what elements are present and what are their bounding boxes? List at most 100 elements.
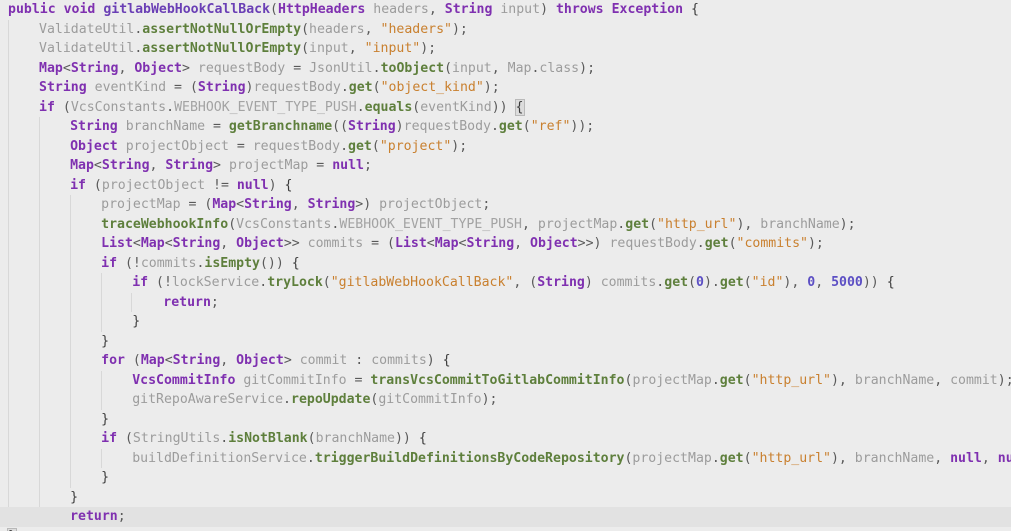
code-line[interactable]: return; [0, 507, 1011, 527]
code-line[interactable]: Object projectObject = requestBody.get("… [0, 137, 1011, 157]
token-id: gitCommitInfo [378, 392, 482, 407]
token-str: "http_url" [751, 450, 831, 466]
token-id: commits [371, 353, 427, 368]
token-punc: = [308, 158, 333, 173]
token-punc: ( [688, 275, 697, 290]
token-punc: )) [862, 275, 887, 290]
token-meth: get [704, 236, 729, 251]
token-type: String [466, 236, 515, 251]
token-str: "input" [364, 41, 421, 56]
token-punc: ) [584, 275, 601, 290]
token-punc: , [934, 450, 951, 466]
code-line[interactable]: return; [0, 293, 1011, 313]
code-line[interactable]: } [0, 488, 1011, 508]
token-id: StringUtils [132, 431, 221, 446]
code-line[interactable]: if (VcsConstants.WEBHOOK_EVENT_TYPE_PUSH… [0, 98, 1011, 118]
code-line[interactable]: if (projectObject != null) { [0, 176, 1011, 196]
code-line[interactable]: if (!commits.isEmpty()) { [0, 254, 1011, 274]
token-type: Object [236, 236, 284, 251]
token-id: class [539, 60, 580, 76]
token-id: projectMap [632, 450, 712, 466]
token-meth: transVcsCommitToGitlabCommitInfo [370, 372, 625, 388]
token-meth: get [348, 138, 372, 154]
token-id: projectMap [537, 216, 618, 232]
token-id: commits [600, 275, 657, 290]
token-type: HttpHeaders [278, 2, 366, 17]
code-line[interactable]: VcsCommitInfo gitCommitInfo = transVcsCo… [0, 371, 1011, 391]
token-punc: ( [307, 431, 316, 446]
token-punc: ( [743, 372, 752, 388]
token-punc: . [490, 119, 499, 134]
code-line[interactable]: traceWebhookInfo(VcsConstants.WEBHOOK_EV… [0, 215, 1011, 235]
code-line[interactable]: } [0, 527, 1011, 531]
token-meth: assertNotNullOrEmpty [142, 21, 302, 37]
token-id: projectObject [379, 197, 483, 212]
token-id: projectMap [228, 158, 309, 173]
token-punc: . [340, 80, 349, 95]
token-punc: ); [839, 216, 856, 232]
token-meth: assertNotNullOrEmpty [142, 41, 302, 56]
code-line[interactable]: buildDefinitionService.triggerBuildDefin… [0, 449, 1011, 469]
token-punc: . [356, 99, 365, 115]
token-id: gitCommitInfo [243, 372, 347, 388]
token-id: branchName [760, 216, 840, 232]
token-punc: ); [579, 60, 596, 76]
token-punc: ( [270, 2, 278, 17]
token-type: Map [212, 197, 237, 212]
code-line[interactable]: public void gitlabWebHookCallBack(HttpHe… [0, 0, 1011, 20]
token-kw: null [997, 450, 1011, 466]
code-line[interactable]: } [0, 468, 1011, 488]
token-id: eventKind [420, 99, 492, 115]
token-punc: ( [189, 80, 198, 95]
token-id: projectMap [632, 372, 712, 388]
token-punc: , [514, 236, 531, 251]
token-id: Map [507, 60, 532, 76]
code-lines-container[interactable]: public void gitlabWebHookCallBack (HttpHe… [0, 0, 1011, 531]
code-line[interactable]: } [0, 332, 1011, 352]
token-meth: get [664, 275, 689, 290]
code-line[interactable]: String branchName = getBranchname((Strin… [0, 117, 1011, 137]
token-punc: ( [85, 177, 102, 193]
token-id: projectObject [125, 138, 229, 154]
token-punc: ()) [259, 255, 292, 271]
token-type: String [197, 80, 246, 95]
token-punc [292, 353, 300, 368]
token-punc: ) [540, 2, 549, 17]
token-punc: ( [728, 236, 737, 251]
token-punc: (! [148, 275, 172, 290]
code-line[interactable]: if (StringUtils.isNotBlank(branchName)) … [0, 429, 1011, 449]
token-str: "object_kind" [380, 80, 484, 95]
code-line[interactable]: String eventKind = (String)requestBody.g… [0, 78, 1011, 98]
code-line[interactable]: gitRepoAwareService.repoUpdate(gitCommit… [0, 390, 1011, 410]
token-punc: < [62, 60, 71, 76]
code-line[interactable]: } [0, 312, 1011, 332]
token-id: branchName [315, 431, 395, 446]
token-punc [548, 2, 556, 17]
code-line[interactable]: for (Map<String, Object> commit : commit… [0, 351, 1011, 371]
token-meth: get [719, 450, 744, 466]
token-id: headers [309, 21, 365, 37]
token-punc: ( [124, 353, 141, 368]
token-type: String [444, 2, 493, 17]
code-line[interactable]: Map<String, Object> requestBody = JsonUt… [0, 59, 1011, 79]
token-type: String [244, 197, 292, 212]
token-punc: ), [783, 275, 808, 290]
token-punc: ( [301, 41, 310, 56]
code-editor-viewport[interactable]: public void gitlabWebHookCallBack (HttpHe… [0, 0, 1011, 531]
token-punc [56, 2, 64, 17]
token-punc: ; [482, 197, 491, 212]
token-punc: )); [570, 119, 595, 134]
token-brk: { [284, 177, 293, 193]
code-line[interactable]: ValidateUtil.assertNotNullOrEmpty(input,… [0, 39, 1011, 59]
token-brk: } [101, 411, 110, 427]
code-line[interactable]: List<Map<String, Object>> commits = (Lis… [0, 234, 1011, 254]
code-line[interactable]: } [0, 410, 1011, 430]
token-id: commit [299, 353, 348, 368]
code-line[interactable]: Map<String, String> projectMap = null; [0, 156, 1011, 176]
code-line[interactable]: projectMap = (Map<String, String>) proje… [0, 195, 1011, 215]
code-line[interactable]: if (!lockService.tryLock("gitlabWebHookC… [0, 273, 1011, 293]
token-punc [87, 80, 95, 95]
token-id: input [500, 2, 541, 17]
code-line[interactable]: ValidateUtil.assertNotNullOrEmpty(header… [0, 20, 1011, 40]
token-punc: . [372, 60, 381, 76]
